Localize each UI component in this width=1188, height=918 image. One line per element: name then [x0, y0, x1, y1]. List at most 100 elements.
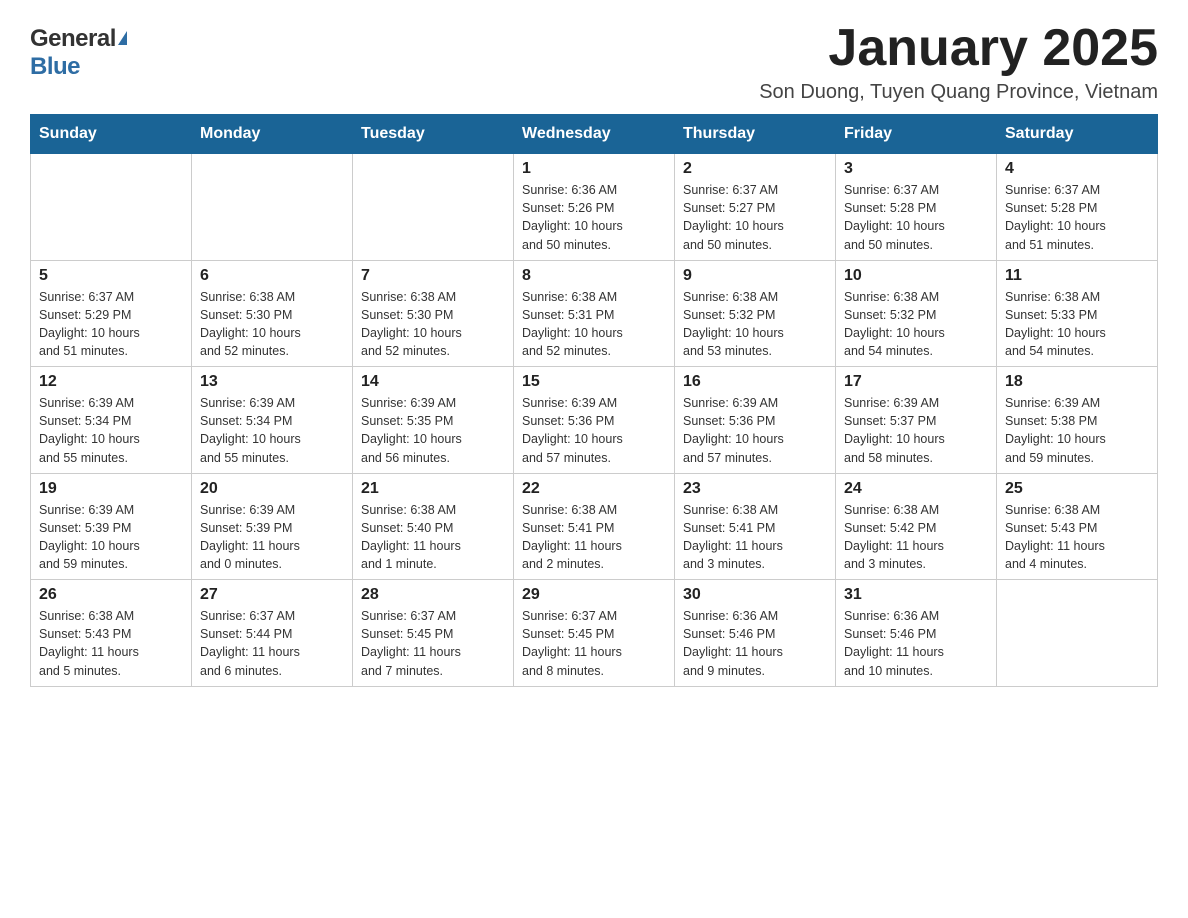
day-number: 2: [683, 160, 827, 178]
calendar-cell: 17 Sunrise: 6:39 AMSunset: 5:37 PMDayligh…: [836, 367, 997, 474]
day-info: Sunrise: 6:37 AMSunset: 5:45 PMDaylight:…: [361, 607, 505, 680]
day-number: 9: [683, 267, 827, 285]
weekday-header-monday: Monday: [192, 115, 353, 154]
logo-general-text: General: [30, 25, 116, 53]
calendar-cell: 16Sunrise: 6:39 AMSunset: 5:36 PMDayligh…: [675, 367, 836, 474]
day-info: Sunrise: 6:38 AMSunset: 5:30 PMDaylight:…: [200, 288, 344, 361]
calendar-cell: 30 Sunrise: 6:36 AMSunset: 5:46 PMDayligh…: [675, 580, 836, 687]
day-info: Sunrise: 6:38 AMSunset: 5:42 PMDaylight:…: [844, 501, 988, 574]
logo-triangle-icon: [118, 31, 127, 45]
calendar-cell: 4Sunrise: 6:37 AMSunset: 5:28 PMDaylight…: [997, 154, 1158, 261]
day-number: 5: [39, 267, 183, 285]
day-number: 1: [522, 160, 666, 178]
logo: General Blue: [30, 20, 127, 81]
day-number: 17: [844, 373, 988, 391]
day-number: 23: [683, 480, 827, 498]
calendar-cell: 12 Sunrise: 6:39 AMSunset: 5:34 PMDayligh…: [31, 367, 192, 474]
calendar-cell: 25 Sunrise: 6:38 AMSunset: 5:43 PMDayligh…: [997, 473, 1158, 580]
calendar-cell: 29Sunrise: 6:37 AMSunset: 5:45 PMDayligh…: [514, 580, 675, 687]
day-number: 16: [683, 373, 827, 391]
day-info: Sunrise: 6:39 AMSunset: 5:37 PMDaylight:…: [844, 394, 988, 467]
calendar-cell: [353, 154, 514, 261]
calendar-cell: 27Sunrise: 6:37 AMSunset: 5:44 PMDayligh…: [192, 580, 353, 687]
day-number: 31: [844, 586, 988, 604]
page-header: General Blue January 2025 Son Duong, Tuy…: [30, 20, 1158, 104]
day-number: 18: [1005, 373, 1149, 391]
calendar-cell: 21 Sunrise: 6:38 AMSunset: 5:40 PMDayligh…: [353, 473, 514, 580]
day-number: 26: [39, 586, 183, 604]
day-number: 22: [522, 480, 666, 498]
calendar-cell: 7 Sunrise: 6:38 AMSunset: 5:30 PMDaylight…: [353, 260, 514, 367]
weekday-header-sunday: Sunday: [31, 115, 192, 154]
month-year-title: January 2025: [759, 20, 1158, 77]
day-number: 30: [683, 586, 827, 604]
weekday-header-tuesday: Tuesday: [353, 115, 514, 154]
day-info: Sunrise: 6:36 AMSunset: 5:26 PMDaylight:…: [522, 181, 666, 254]
calendar-cell: [31, 154, 192, 261]
day-info: Sunrise: 6:38 AMSunset: 5:32 PMDaylight:…: [844, 288, 988, 361]
day-info: Sunrise: 6:37 AMSunset: 5:28 PMDaylight:…: [1005, 181, 1149, 254]
calendar-cell: 13 Sunrise: 6:39 AMSunset: 5:34 PMDayligh…: [192, 367, 353, 474]
day-info: Sunrise: 6:37 AMSunset: 5:44 PMDaylight:…: [200, 607, 344, 680]
title-section: January 2025 Son Duong, Tuyen Quang Prov…: [759, 20, 1158, 104]
calendar-week-row: 19 Sunrise: 6:39 AMSunset: 5:39 PMDayligh…: [31, 473, 1158, 580]
day-info: Sunrise: 6:39 AMSunset: 5:39 PMDaylight:…: [200, 501, 344, 574]
calendar-cell: 31 Sunrise: 6:36 AMSunset: 5:46 PMDayligh…: [836, 580, 997, 687]
day-number: 8: [522, 267, 666, 285]
day-number: 12: [39, 373, 183, 391]
day-number: 3: [844, 160, 988, 178]
day-info: Sunrise: 6:39 AMSunset: 5:34 PMDaylight:…: [200, 394, 344, 467]
day-info: Sunrise: 6:38 AMSunset: 5:43 PMDaylight:…: [39, 607, 183, 680]
weekday-header-wednesday: Wednesday: [514, 115, 675, 154]
day-number: 19: [39, 480, 183, 498]
day-number: 21: [361, 480, 505, 498]
calendar-cell: 5 Sunrise: 6:37 AMSunset: 5:29 PMDaylight…: [31, 260, 192, 367]
day-info: Sunrise: 6:39 AMSunset: 5:39 PMDaylight:…: [39, 501, 183, 574]
day-number: 20: [200, 480, 344, 498]
day-info: Sunrise: 6:39 AMSunset: 5:34 PMDaylight:…: [39, 394, 183, 467]
day-info: Sunrise: 6:38 AMSunset: 5:40 PMDaylight:…: [361, 501, 505, 574]
day-info: Sunrise: 6:36 AMSunset: 5:46 PMDaylight:…: [844, 607, 988, 680]
day-info: Sunrise: 6:38 AMSunset: 5:41 PMDaylight:…: [522, 501, 666, 574]
calendar-cell: [192, 154, 353, 261]
day-number: 15: [522, 373, 666, 391]
calendar-cell: 8 Sunrise: 6:38 AMSunset: 5:31 PMDaylight…: [514, 260, 675, 367]
calendar-cell: 1 Sunrise: 6:36 AMSunset: 5:26 PMDaylight…: [514, 154, 675, 261]
day-info: Sunrise: 6:36 AMSunset: 5:46 PMDaylight:…: [683, 607, 827, 680]
day-info: Sunrise: 6:38 AMSunset: 5:43 PMDaylight:…: [1005, 501, 1149, 574]
calendar-cell: 11Sunrise: 6:38 AMSunset: 5:33 PMDayligh…: [997, 260, 1158, 367]
day-number: 14: [361, 373, 505, 391]
calendar-cell: [997, 580, 1158, 687]
calendar-table: SundayMondayTuesdayWednesdayThursdayFrid…: [30, 114, 1158, 687]
calendar-cell: 10Sunrise: 6:38 AMSunset: 5:32 PMDayligh…: [836, 260, 997, 367]
calendar-cell: 26 Sunrise: 6:38 AMSunset: 5:43 PMDayligh…: [31, 580, 192, 687]
logo-blue-text: Blue: [30, 53, 80, 81]
day-number: 11: [1005, 267, 1149, 285]
calendar-week-row: 26 Sunrise: 6:38 AMSunset: 5:43 PMDayligh…: [31, 580, 1158, 687]
day-info: Sunrise: 6:39 AMSunset: 5:38 PMDaylight:…: [1005, 394, 1149, 467]
calendar-week-row: 1 Sunrise: 6:36 AMSunset: 5:26 PMDaylight…: [31, 154, 1158, 261]
day-info: Sunrise: 6:38 AMSunset: 5:31 PMDaylight:…: [522, 288, 666, 361]
day-number: 25: [1005, 480, 1149, 498]
calendar-cell: 19 Sunrise: 6:39 AMSunset: 5:39 PMDayligh…: [31, 473, 192, 580]
day-info: Sunrise: 6:37 AMSunset: 5:45 PMDaylight:…: [522, 607, 666, 680]
weekday-header-saturday: Saturday: [997, 115, 1158, 154]
weekday-header-thursday: Thursday: [675, 115, 836, 154]
calendar-cell: 15Sunrise: 6:39 AMSunset: 5:36 PMDayligh…: [514, 367, 675, 474]
day-info: Sunrise: 6:38 AMSunset: 5:30 PMDaylight:…: [361, 288, 505, 361]
day-number: 13: [200, 373, 344, 391]
calendar-cell: 24 Sunrise: 6:38 AMSunset: 5:42 PMDayligh…: [836, 473, 997, 580]
calendar-cell: 20 Sunrise: 6:39 AMSunset: 5:39 PMDayligh…: [192, 473, 353, 580]
calendar-cell: 6Sunrise: 6:38 AMSunset: 5:30 PMDaylight…: [192, 260, 353, 367]
day-info: Sunrise: 6:38 AMSunset: 5:32 PMDaylight:…: [683, 288, 827, 361]
weekday-header-row: SundayMondayTuesdayWednesdayThursdayFrid…: [31, 115, 1158, 154]
calendar-cell: 22 Sunrise: 6:38 AMSunset: 5:41 PMDayligh…: [514, 473, 675, 580]
calendar-cell: 23Sunrise: 6:38 AMSunset: 5:41 PMDayligh…: [675, 473, 836, 580]
calendar-week-row: 5 Sunrise: 6:37 AMSunset: 5:29 PMDaylight…: [31, 260, 1158, 367]
day-number: 7: [361, 267, 505, 285]
day-info: Sunrise: 6:37 AMSunset: 5:29 PMDaylight:…: [39, 288, 183, 361]
day-number: 28: [361, 586, 505, 604]
weekday-header-friday: Friday: [836, 115, 997, 154]
day-info: Sunrise: 6:37 AMSunset: 5:27 PMDaylight:…: [683, 181, 827, 254]
day-number: 24: [844, 480, 988, 498]
